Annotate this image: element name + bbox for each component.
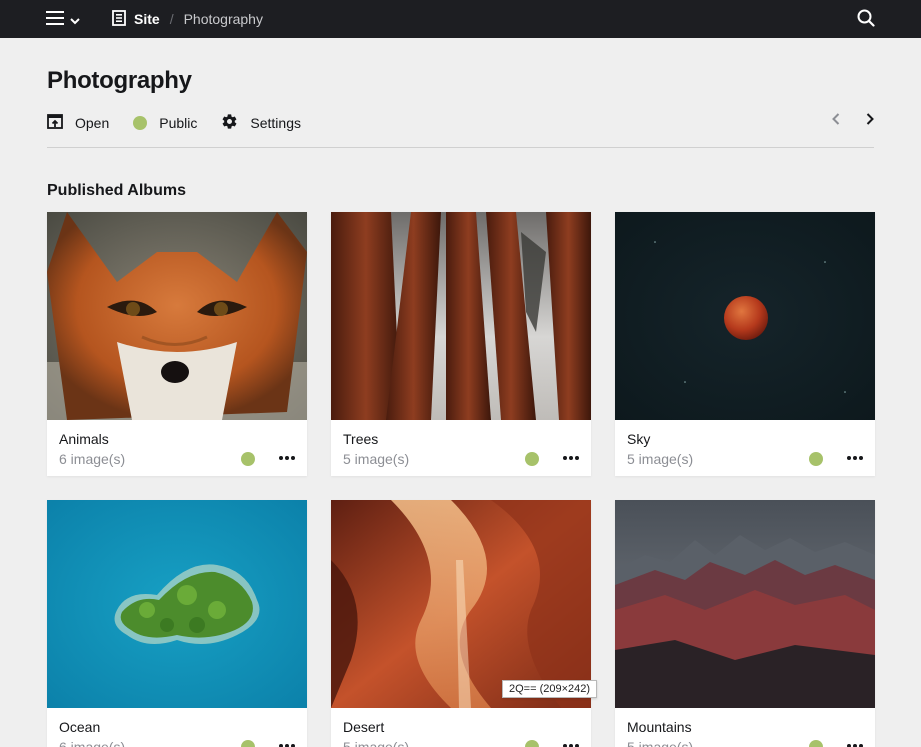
- status-dot-icon: [525, 740, 539, 747]
- album-thumbnail-canyon: [331, 500, 591, 708]
- more-options-button[interactable]: [561, 736, 581, 747]
- image-tooltip: 2Q== (209×242): [502, 680, 598, 698]
- album-image-count: 5 image(s): [343, 739, 410, 747]
- page-title: Photography: [47, 67, 192, 94]
- pagination: [831, 112, 875, 126]
- album-image-count: 5 image(s): [343, 451, 410, 467]
- album-card-ocean[interactable]: Ocean 6 image(s): [47, 500, 307, 747]
- status-label: Public: [159, 115, 198, 131]
- album-card-sky[interactable]: Sky 5 image(s): [615, 212, 875, 476]
- album-card-body: Trees 5 image(s): [331, 420, 591, 476]
- open-button[interactable]: Open: [47, 113, 110, 133]
- status-dot-icon: [241, 740, 255, 747]
- breadcrumb-separator: /: [169, 11, 174, 27]
- top-bar: Site / Photography: [0, 0, 921, 38]
- album-image-count: 5 image(s): [627, 451, 694, 467]
- album-image-count: 6 image(s): [59, 451, 126, 467]
- album-card-body: Desert 5 image(s): [331, 708, 591, 747]
- album-title: Mountains: [627, 719, 692, 735]
- status-dot-icon: [133, 116, 148, 130]
- more-options-button[interactable]: [277, 448, 297, 468]
- hamburger-icon: [46, 10, 64, 31]
- breadcrumb-current[interactable]: Photography: [184, 11, 263, 27]
- search-icon: [857, 9, 875, 31]
- more-options-button[interactable]: [277, 736, 297, 747]
- more-options-button[interactable]: [561, 448, 581, 468]
- album-title: Ocean: [59, 719, 101, 735]
- album-thumbnail-mountains: [615, 500, 875, 708]
- album-card-body: Mountains 5 image(s): [615, 708, 875, 747]
- open-label: Open: [75, 115, 110, 131]
- settings-button[interactable]: Settings: [221, 113, 301, 133]
- breadcrumb-site-label: Site: [134, 11, 160, 27]
- status-dot-icon: [525, 452, 539, 466]
- header-divider: [47, 147, 874, 148]
- album-card-desert[interactable]: Desert 5 image(s): [331, 500, 591, 747]
- album-image-count: 6 image(s): [59, 739, 126, 747]
- album-title: Trees: [343, 431, 379, 447]
- album-card-body: Sky 5 image(s): [615, 420, 875, 476]
- album-grid: Animals 6 image(s) Trees 5 image(s) Sky …: [47, 212, 875, 747]
- status-dot-icon: [809, 740, 823, 747]
- page-icon: [112, 9, 126, 29]
- album-card-body: Ocean 6 image(s): [47, 708, 307, 747]
- menu-button[interactable]: [46, 10, 80, 31]
- status-dot-icon: [241, 452, 255, 466]
- previous-button[interactable]: [831, 112, 841, 126]
- gear-icon: [221, 113, 238, 133]
- album-thumbnail-trees: [331, 212, 591, 420]
- settings-label: Settings: [250, 115, 301, 131]
- more-options-button[interactable]: [845, 448, 865, 468]
- section-title: Published Albums: [47, 182, 186, 199]
- status-dot-icon: [809, 452, 823, 466]
- album-title: Desert: [343, 719, 385, 735]
- more-options-button[interactable]: [845, 736, 865, 747]
- album-card-trees[interactable]: Trees 5 image(s): [331, 212, 591, 476]
- album-card-mountains[interactable]: Mountains 5 image(s): [615, 500, 875, 747]
- album-image-count: 5 image(s): [627, 739, 694, 747]
- album-card-animals[interactable]: Animals 6 image(s): [47, 212, 307, 476]
- album-title: Animals: [59, 431, 109, 447]
- album-title: Sky: [627, 431, 651, 447]
- next-button[interactable]: [865, 112, 875, 126]
- chevron-left-icon: [832, 113, 840, 125]
- album-card-body: Animals 6 image(s): [47, 420, 307, 476]
- search-button[interactable]: [857, 9, 875, 32]
- open-in-window-icon: [47, 113, 63, 133]
- breadcrumb: Site / Photography: [112, 0, 263, 38]
- album-thumbnail-fox: [47, 212, 307, 420]
- album-thumbnail-island: [47, 500, 307, 708]
- breadcrumb-site[interactable]: Site: [112, 9, 160, 29]
- chevron-right-icon: [866, 113, 874, 125]
- status-button[interactable]: Public: [133, 115, 197, 131]
- page-toolbar: Open Public Settings: [47, 112, 325, 134]
- album-thumbnail-moon: [615, 212, 875, 420]
- chevron-down-icon: [70, 12, 80, 30]
